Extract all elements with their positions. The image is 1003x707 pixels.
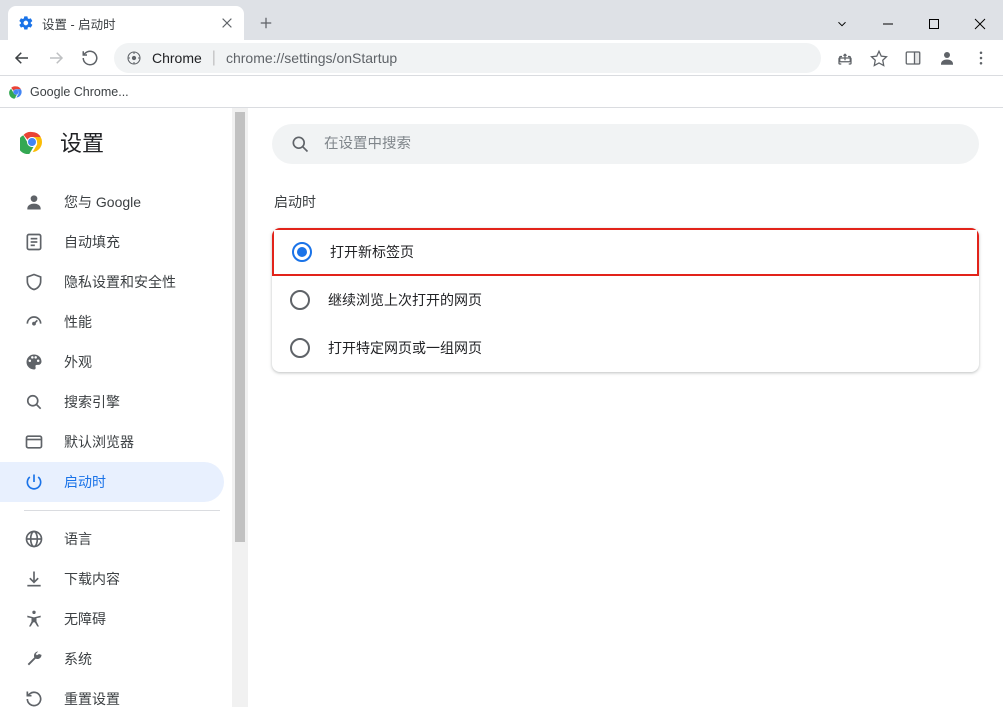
window-close-button[interactable]: [957, 8, 1003, 40]
speedometer-icon: [24, 312, 44, 332]
option-label: 继续浏览上次打开的网页: [328, 290, 482, 310]
power-icon: [24, 472, 44, 492]
close-tab-icon[interactable]: [220, 16, 234, 30]
divider: [24, 510, 220, 511]
sidebar-item-default-browser[interactable]: 默认浏览器: [0, 422, 224, 462]
reset-icon: [24, 689, 44, 707]
scrollbar-thumb[interactable]: [235, 112, 245, 542]
sidebar-item-label: 自动填充: [64, 232, 120, 252]
sidebar-item-label: 搜索引擎: [64, 392, 120, 412]
profile-button[interactable]: [931, 42, 963, 74]
sidebar-item-search-engine[interactable]: 搜索引擎: [0, 382, 224, 422]
gear-icon: [18, 15, 34, 31]
radio-unchecked-icon[interactable]: [290, 290, 310, 310]
tab-title: 设置 - 启动时: [42, 14, 220, 33]
palette-icon: [24, 352, 44, 372]
share-button[interactable]: [829, 42, 861, 74]
sidebar-item-label: 语言: [64, 529, 92, 549]
sidebar-item-label: 无障碍: [64, 609, 106, 629]
sidebar-item-appearance[interactable]: 外观: [0, 342, 224, 382]
sidebar-scrollbar[interactable]: [232, 108, 248, 707]
sidebar-item-label: 重置设置: [64, 689, 120, 707]
autofill-icon: [24, 232, 44, 252]
sidebar-item-label: 下载内容: [64, 569, 120, 589]
sidebar-item-accessibility[interactable]: 无障碍: [0, 599, 224, 639]
chrome-logo-icon: [8, 84, 24, 100]
settings-content: 设置 您与 Google 自动填充 隐私设置和安全性 性能 外观: [0, 108, 1003, 707]
page-title: 设置: [60, 126, 104, 158]
radio-checked-icon[interactable]: [292, 242, 312, 262]
search-icon: [290, 134, 310, 154]
browser-icon: [24, 432, 44, 452]
window-minimize-button[interactable]: [865, 8, 911, 40]
bookmarks-bar: Google Chrome...: [0, 76, 1003, 108]
sidebar-item-privacy[interactable]: 隐私设置和安全性: [0, 262, 224, 302]
sidebar-item-performance[interactable]: 性能: [0, 302, 224, 342]
radio-unchecked-icon[interactable]: [290, 338, 310, 358]
download-icon: [24, 569, 44, 589]
window-controls: [819, 8, 1003, 40]
settings-main: 启动时 打开新标签页 继续浏览上次打开的网页 打开特定网页或一组网页: [248, 108, 1003, 707]
option-label: 打开新标签页: [330, 242, 414, 262]
chrome-logo-icon: [20, 130, 44, 154]
bookmark-item[interactable]: Google Chrome...: [30, 85, 129, 99]
globe-icon: [24, 529, 44, 549]
new-tab-button[interactable]: [252, 9, 280, 37]
sidebar-item-autofill[interactable]: 自动填充: [0, 222, 224, 262]
titlebar: 设置 - 启动时: [0, 0, 1003, 40]
section-title: 启动时: [272, 184, 979, 228]
tab-search-button[interactable]: [819, 8, 865, 40]
person-icon: [24, 192, 44, 212]
reload-button[interactable]: [74, 42, 106, 74]
address-bar[interactable]: Chrome | chrome://settings/onStartup: [114, 43, 821, 73]
option-label: 打开特定网页或一组网页: [328, 338, 482, 358]
sidebar-item-label: 启动时: [64, 472, 106, 492]
wrench-icon: [24, 649, 44, 669]
window-maximize-button[interactable]: [911, 8, 957, 40]
settings-search-box[interactable]: [272, 124, 979, 164]
sidebar-item-downloads[interactable]: 下载内容: [0, 559, 224, 599]
sidebar-item-label: 您与 Google: [64, 192, 141, 212]
bookmark-star-button[interactable]: [863, 42, 895, 74]
forward-button[interactable]: [40, 42, 72, 74]
back-button[interactable]: [6, 42, 38, 74]
settings-search-input[interactable]: [324, 136, 961, 152]
sidebar-item-label: 默认浏览器: [64, 432, 134, 452]
sidebar-item-label: 性能: [64, 312, 92, 332]
option-continue[interactable]: 继续浏览上次打开的网页: [272, 276, 979, 324]
option-specific-pages[interactable]: 打开特定网页或一组网页: [272, 324, 979, 372]
browser-toolbar: Chrome | chrome://settings/onStartup: [0, 40, 1003, 76]
side-panel-button[interactable]: [897, 42, 929, 74]
sidebar-item-label: 隐私设置和安全性: [64, 272, 176, 292]
accessibility-icon: [24, 609, 44, 629]
startup-options-card: 打开新标签页 继续浏览上次打开的网页 打开特定网页或一组网页: [272, 228, 979, 372]
sidebar-item-reset[interactable]: 重置设置: [0, 679, 224, 707]
browser-tab[interactable]: 设置 - 启动时: [8, 6, 244, 40]
sidebar-item-on-startup[interactable]: 启动时: [0, 462, 224, 502]
shield-icon: [24, 272, 44, 292]
settings-sidebar: 设置 您与 Google 自动填充 隐私设置和安全性 性能 外观: [0, 108, 232, 707]
omnibox-url: chrome://settings/onStartup: [226, 50, 397, 66]
sidebar-item-languages[interactable]: 语言: [0, 519, 224, 559]
sidebar-item-you-and-google[interactable]: 您与 Google: [0, 182, 224, 222]
page-header: 设置: [0, 108, 232, 182]
sidebar-item-label: 外观: [64, 352, 92, 372]
site-info-icon[interactable]: [126, 50, 142, 66]
omnibox-scheme-label: Chrome: [152, 50, 202, 66]
chrome-menu-button[interactable]: [965, 42, 997, 74]
sidebar-item-system[interactable]: 系统: [0, 639, 224, 679]
option-new-tab[interactable]: 打开新标签页: [272, 228, 979, 276]
search-icon: [24, 392, 44, 412]
sidebar-item-label: 系统: [64, 649, 92, 669]
